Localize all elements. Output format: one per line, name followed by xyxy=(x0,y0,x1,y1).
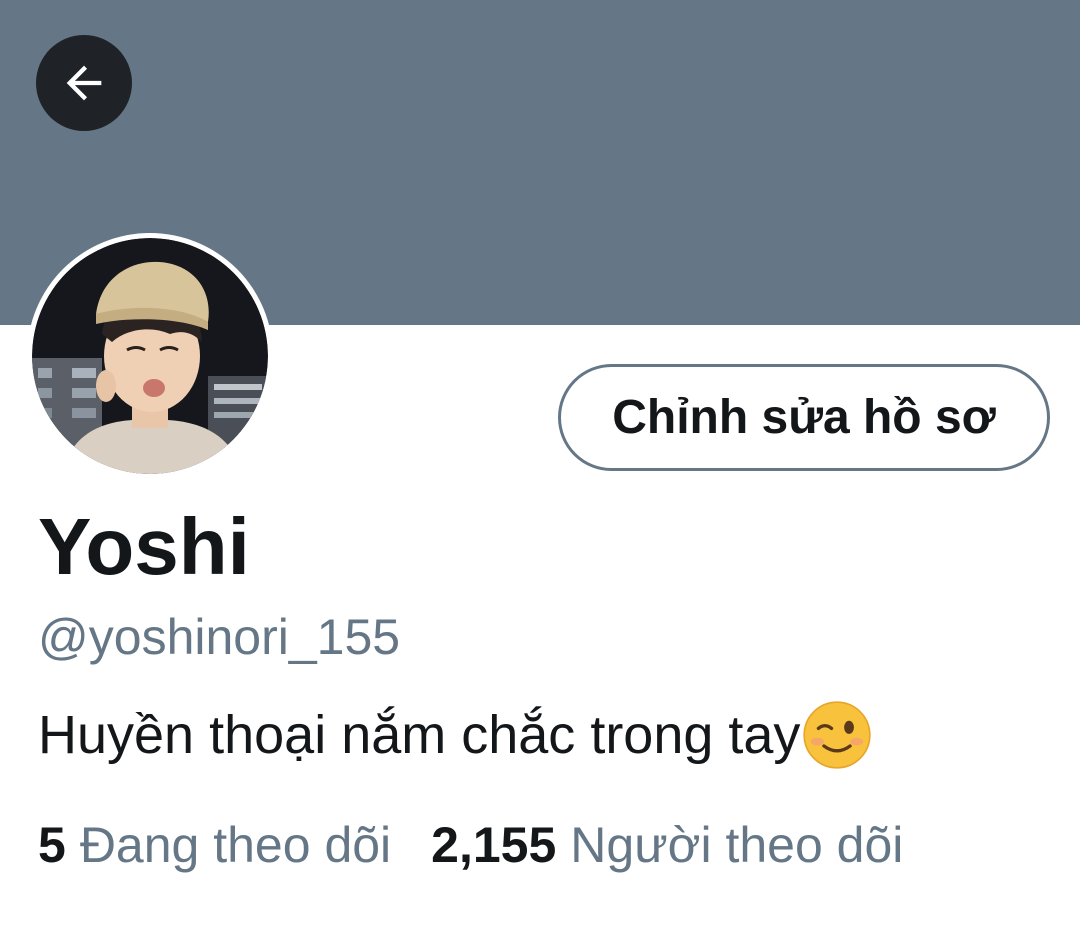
back-button[interactable] xyxy=(36,35,132,131)
avatar[interactable] xyxy=(27,233,273,479)
followers-label: Người theo dõi xyxy=(570,817,904,873)
arrow-left-icon xyxy=(66,65,102,101)
profile-bio: Huyền thoại nắm chắc trong tay xyxy=(38,700,872,770)
bio-text: Huyền thoại nắm chắc trong tay xyxy=(38,705,801,765)
following-count: 5 xyxy=(38,817,66,873)
followers-link[interactable]: 2,155 Người theo dõi xyxy=(431,820,903,870)
profile-handle: @yoshinori_155 xyxy=(38,609,401,665)
edit-profile-button[interactable]: Chỉnh sửa hồ sơ xyxy=(558,364,1050,471)
avatar-photo xyxy=(32,238,268,474)
profile-stats: 5 Đang theo dõi 2,155 Người theo dõi xyxy=(38,820,903,870)
following-link[interactable]: 5 Đang theo dõi xyxy=(38,820,391,870)
profile-display-name: Yoshi xyxy=(38,502,250,591)
following-label: Đang theo dõi xyxy=(79,817,392,873)
followers-count: 2,155 xyxy=(431,817,557,873)
winking-face-icon xyxy=(803,701,872,769)
